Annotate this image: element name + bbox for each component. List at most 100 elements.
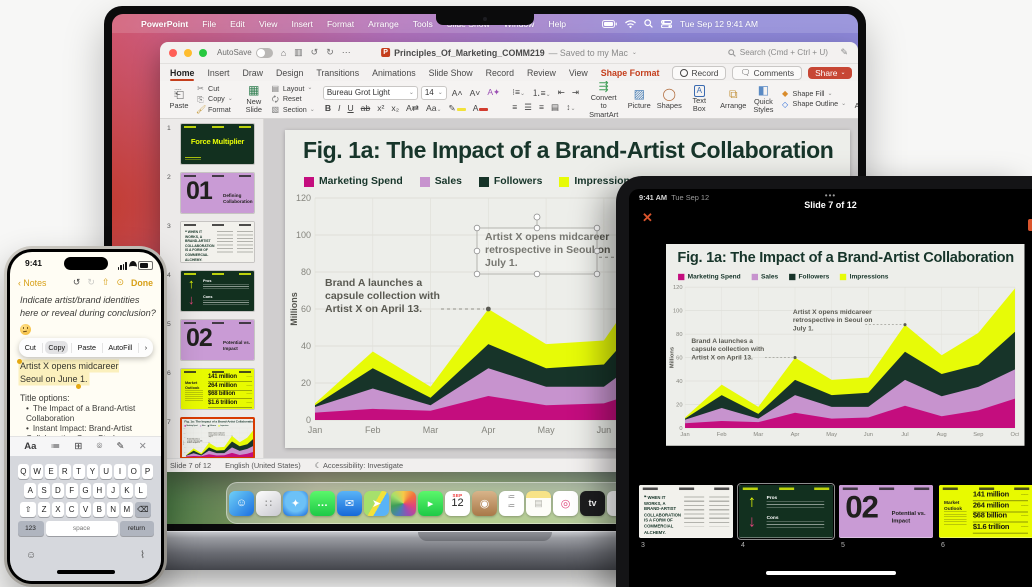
ipad-thumbnail-3[interactable]: ❝ WHEN IT WORKS, A BRAND-ARTIST COLLABOR… bbox=[639, 485, 733, 538]
iphone-home-indicator[interactable] bbox=[57, 570, 115, 574]
slide-thumbnail-7[interactable]: Fig. 1a: The Impact of a Brand-Artist Co… bbox=[180, 417, 255, 458]
key-v[interactable]: V bbox=[80, 502, 92, 517]
status-language[interactable]: English (United States) bbox=[225, 461, 301, 470]
tab-record[interactable]: Record bbox=[486, 68, 514, 78]
dock-mail-icon[interactable]: ✉ bbox=[337, 491, 362, 516]
tab-animations[interactable]: Animations bbox=[372, 68, 416, 78]
bullet-list-button[interactable]: ⁝≡⌄ bbox=[510, 87, 527, 98]
picture-button[interactable]: ▨Picture bbox=[626, 88, 652, 110]
close-toolbar-button[interactable]: ✕ bbox=[139, 441, 147, 452]
share-icon[interactable]: ⇧ bbox=[102, 277, 110, 288]
redo-icon[interactable]: ↻ bbox=[326, 47, 334, 58]
save-icon[interactable]: ▥ bbox=[294, 47, 303, 58]
wifi-icon[interactable] bbox=[625, 20, 636, 28]
grow-font-button[interactable]: A˄ bbox=[450, 88, 465, 98]
key-h[interactable]: H bbox=[93, 483, 105, 498]
dock-notes-icon[interactable]: ▤ bbox=[526, 491, 551, 516]
dock-contacts-icon[interactable]: ◉ bbox=[472, 491, 497, 516]
key-u[interactable]: U bbox=[100, 464, 112, 479]
change-case-button[interactable]: Aa⌄ bbox=[424, 103, 444, 113]
key-e[interactable]: E bbox=[45, 464, 57, 479]
close-presentation-button[interactable]: ✕ bbox=[642, 210, 653, 226]
reset-button[interactable]: 🗘Reset bbox=[271, 95, 315, 105]
tab-design[interactable]: Design bbox=[276, 68, 303, 78]
back-to-notes-button[interactable]: ‹ Notes bbox=[18, 278, 46, 288]
dock-maps-icon[interactable]: ➤ bbox=[364, 491, 389, 516]
key-s[interactable]: S bbox=[38, 483, 50, 498]
character-spacing-button[interactable]: A⇄ bbox=[404, 103, 421, 114]
key-o[interactable]: O bbox=[128, 464, 140, 479]
slide-thumbnail-2[interactable]: 01Defining Collaboration bbox=[180, 172, 255, 214]
slide-thumbnail-1[interactable]: Force Multiplier bbox=[180, 123, 255, 165]
key-m[interactable]: M bbox=[121, 502, 133, 517]
status-slide-count[interactable]: Slide 7 of 12 bbox=[170, 461, 211, 470]
comments-button[interactable]: 🗨Comments bbox=[732, 66, 802, 80]
autosave-toggle[interactable] bbox=[256, 48, 273, 58]
dock-finder-icon[interactable]: ☺ bbox=[229, 491, 254, 516]
tab-shape-format[interactable]: Shape Format bbox=[601, 68, 660, 78]
italic-button[interactable]: I bbox=[336, 103, 342, 113]
tab-insert[interactable]: Insert bbox=[207, 68, 229, 78]
key-g[interactable]: G bbox=[80, 483, 92, 498]
stacked-area-chart[interactable]: 020406080100120JanFebMarAprMayJunJulAugS… bbox=[183, 427, 255, 458]
cut-button[interactable]: ✂Cut bbox=[196, 84, 233, 94]
ipad-thumbnail-5[interactable]: 02Potential vs. Impact bbox=[839, 485, 933, 538]
key-p[interactable]: P bbox=[142, 464, 154, 479]
dock-messages-icon[interactable]: … bbox=[310, 491, 335, 516]
dock-photos-icon[interactable] bbox=[391, 491, 416, 516]
key-i[interactable]: I bbox=[114, 464, 126, 479]
menu-file[interactable]: File bbox=[195, 19, 223, 29]
font-color-button[interactable]: A bbox=[471, 103, 491, 113]
camera-button[interactable]: ⌾ bbox=[97, 441, 103, 452]
slide-thumbnail-4[interactable]: ↑↓ProsCons bbox=[180, 270, 255, 312]
justify-button[interactable]: ▤ bbox=[549, 102, 561, 113]
edge-tool-sliver[interactable] bbox=[1028, 219, 1032, 231]
underline-button[interactable]: U bbox=[345, 103, 355, 113]
key-f[interactable]: F bbox=[66, 483, 78, 498]
key-w[interactable]: W bbox=[31, 464, 43, 479]
control-center-icon[interactable] bbox=[661, 20, 672, 28]
font-name-select[interactable]: Bureau Grot Light⌄ bbox=[323, 86, 418, 100]
more-options-icon[interactable]: ⊙ bbox=[116, 277, 124, 288]
redo-icon[interactable]: ↻ bbox=[87, 277, 95, 288]
key-r[interactable]: R bbox=[59, 464, 71, 479]
status-accessibility[interactable]: ☾ Accessibility: Investigate bbox=[315, 461, 403, 470]
undo-icon[interactable]: ↺ bbox=[311, 47, 319, 58]
shape-fill-button[interactable]: ◆Shape Fill⌄ bbox=[781, 89, 847, 99]
selection-handle-start[interactable] bbox=[17, 359, 22, 364]
key-y[interactable]: Y bbox=[87, 464, 99, 479]
clear-format-button[interactable]: A✦ bbox=[485, 87, 502, 98]
more-toolbar-icon[interactable]: ⋯ bbox=[342, 47, 351, 58]
record-button[interactable]: Record bbox=[672, 66, 726, 80]
menu-insert[interactable]: Insert bbox=[284, 19, 320, 29]
subscript-button[interactable]: x₂ bbox=[389, 103, 401, 113]
dock-fitness-icon[interactable]: ◎ bbox=[553, 491, 578, 516]
table-button[interactable]: ⊞ bbox=[74, 441, 82, 452]
tab-slide-show[interactable]: Slide Show bbox=[429, 68, 473, 78]
line-spacing-button[interactable]: ↕⌄ bbox=[564, 102, 577, 112]
menu-more-chevron[interactable]: › bbox=[142, 341, 150, 354]
menu-edit[interactable]: Edit bbox=[223, 19, 252, 29]
tab-transitions[interactable]: Transitions bbox=[316, 68, 359, 78]
minimize-window-button[interactable] bbox=[184, 49, 192, 57]
dock-facetime-icon[interactable]: ▸ bbox=[418, 491, 443, 516]
arrange-button[interactable]: ⧉Arrange bbox=[720, 88, 746, 110]
quick-styles-button[interactable]: ◧Quick Styles bbox=[750, 84, 776, 115]
tab-review[interactable]: Review bbox=[527, 68, 556, 78]
menu-arrange[interactable]: Arrange bbox=[361, 19, 406, 29]
ipad-thumbnail-6[interactable]: Market Outlook141 million——264 million——… bbox=[939, 485, 1032, 538]
align-left-button[interactable]: ≡ bbox=[510, 102, 519, 112]
convert-smartart-button[interactable]: ⇶Convert to SmartArt bbox=[589, 81, 618, 119]
return-key[interactable]: return bbox=[120, 521, 154, 536]
done-button[interactable]: Done bbox=[131, 278, 153, 288]
shapes-button[interactable]: ◯Shapes bbox=[656, 88, 682, 110]
checklist-button[interactable]: ≔ bbox=[51, 441, 61, 452]
format-painter-button[interactable]: 🖌Format bbox=[196, 105, 233, 115]
slide-thumbnail-5[interactable]: 02Potential vs. Impact bbox=[180, 319, 255, 361]
layout-button[interactable]: ▤Layout⌄ bbox=[271, 84, 315, 94]
new-slide-button[interactable]: ▦New Slide bbox=[241, 84, 267, 115]
dock-launchpad-icon[interactable]: ∷ bbox=[256, 491, 281, 516]
spotlight-search-icon[interactable] bbox=[644, 19, 653, 28]
menu-view[interactable]: View bbox=[252, 19, 284, 29]
superscript-button[interactable]: x² bbox=[375, 103, 386, 113]
